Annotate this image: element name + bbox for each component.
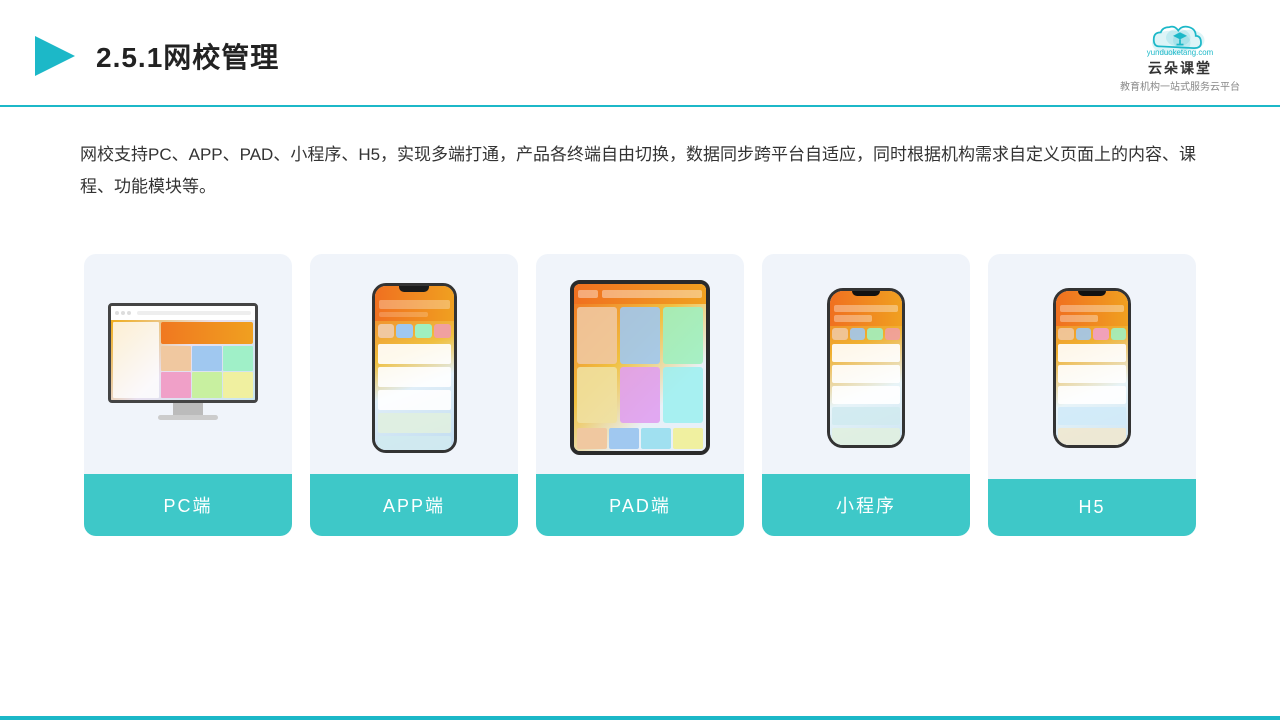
logo-area: yunduoketang.com 云朵课堂 教育机构一站式服务云平台 [1120, 18, 1240, 93]
header-left: 2.5.1网校管理 [30, 31, 279, 81]
header: 2.5.1网校管理 yunduoketang.com 云朵课堂 教育机构一站式服… [0, 0, 1280, 107]
cards-container: PC端 [0, 234, 1280, 556]
mini-program-card: 小程序 [762, 254, 970, 536]
logo-tagline: 教育机构一站式服务云平台 [1120, 78, 1240, 93]
pad-tablet-icon [570, 280, 710, 455]
pad-card: PAD端 [536, 254, 744, 536]
pc-image-area [84, 254, 292, 474]
mini-program-phone-icon [827, 288, 905, 448]
bottom-line [0, 716, 1280, 720]
app-phone-icon [372, 283, 457, 453]
h5-phone-icon [1053, 288, 1131, 448]
mini-program-card-label: 小程序 [762, 474, 970, 536]
h5-image-area [988, 254, 1196, 474]
pc-card: PC端 [84, 254, 292, 536]
mini-program-image-area [762, 254, 970, 474]
h5-phone-notch [1078, 291, 1106, 296]
page-title: 2.5.1网校管理 [96, 36, 279, 76]
app-card: APP端 [310, 254, 518, 536]
play-icon [30, 31, 80, 81]
logo-name: 云朵课堂 [1148, 58, 1212, 78]
pc-monitor-icon [108, 303, 268, 433]
pad-image-area [536, 254, 744, 474]
app-image-area [310, 254, 518, 474]
svg-text:yunduoketang.com: yunduoketang.com [1147, 48, 1214, 57]
mini-phone-notch [852, 291, 880, 296]
pad-card-label: PAD端 [536, 474, 744, 536]
phone-notch [399, 286, 429, 292]
pc-card-label: PC端 [84, 474, 292, 536]
h5-card: H5 [988, 254, 1196, 536]
app-card-label: APP端 [310, 474, 518, 536]
h5-card-label: H5 [988, 479, 1196, 536]
cloud-logo-icon: yunduoketang.com [1145, 18, 1215, 58]
description-text: 网校支持PC、APP、PAD、小程序、H5，实现多端打通，产品各终端自由切换，数… [0, 107, 1280, 224]
